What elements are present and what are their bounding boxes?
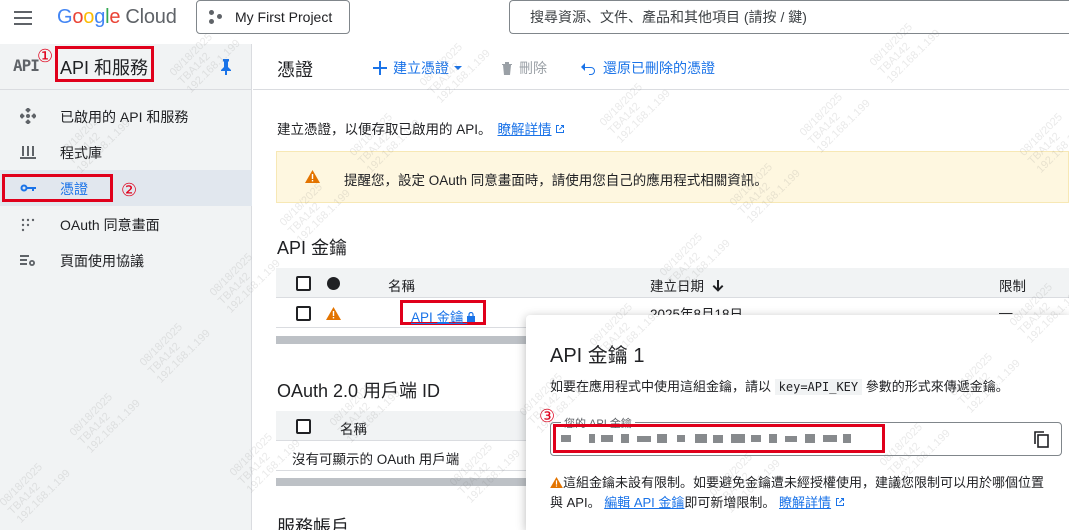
create-credentials-label: 建立憑證 — [393, 60, 449, 76]
intro-description: 建立憑證，以便存取已啟用的 API。 — [277, 122, 492, 137]
copy-icon[interactable] — [1034, 431, 1050, 449]
main-menu-icon[interactable] — [14, 11, 32, 25]
library-icon — [20, 146, 36, 159]
sidebar-item-enabled-apis[interactable]: 已啟用的 API 和服務 — [0, 98, 252, 134]
oauth-clients-heading: OAuth 2.0 用戶端 ID — [277, 381, 441, 401]
page-title: 憑證 — [277, 60, 313, 80]
search-input[interactable] — [530, 9, 1069, 25]
service-accounts-heading: 服務帳戶 — [277, 517, 349, 530]
warning-icon — [550, 477, 563, 488]
key-lock-icon — [467, 311, 476, 322]
sidebar-item-label: 已啟用的 API 和服務 — [60, 109, 189, 125]
api-key-link[interactable]: API 金鑰 — [400, 300, 487, 325]
api-dots-icon — [20, 108, 36, 124]
dialog-description: 如要在應用程式中使用這組金鑰，請以 key=API_KEY 參數的形式來傳遞金鑰… — [550, 379, 1009, 395]
warning-icon — [326, 307, 341, 320]
project-picker-button[interactable]: My First Project — [196, 0, 350, 34]
top-bar: Google Cloud My First Project — [0, 0, 1069, 36]
sidebar-item-label: 程式庫 — [60, 145, 102, 161]
learn-more-link[interactable]: 瞭解詳情 — [779, 495, 831, 510]
edit-api-key-link[interactable]: 編輯 API 金鑰 — [604, 495, 684, 510]
search-bar[interactable] — [509, 0, 1069, 34]
restore-deleted-button[interactable]: 還原已刪除的憑證 — [581, 58, 715, 78]
dialog-title: API 金鑰 1 — [550, 345, 645, 367]
google-cloud-logo[interactable]: Google Cloud — [57, 6, 177, 29]
sidebar-header: API API 和服務 — [0, 44, 252, 90]
column-header-created[interactable]: 建立日期 — [650, 275, 724, 295]
column-header-name[interactable]: 名稱 — [388, 275, 415, 295]
horizontal-scrollbar[interactable] — [276, 478, 536, 486]
column-header-restrictions[interactable]: 限制 — [999, 275, 1026, 295]
api-logo: API — [13, 56, 40, 75]
status-column-icon — [327, 277, 340, 290]
column-header-name[interactable]: 名稱 — [340, 418, 367, 438]
api-keys-table-header: 名稱 建立日期 限制 — [276, 268, 1069, 298]
sidebar-item-label: OAuth 同意畫面 — [60, 217, 160, 233]
horizontal-scrollbar[interactable] — [276, 336, 536, 344]
restore-label: 還原已刪除的憑證 — [603, 60, 715, 76]
param-code: key=API_KEY — [774, 379, 863, 395]
external-link-icon — [556, 125, 565, 133]
undo-icon — [581, 63, 595, 75]
project-name: My First Project — [235, 9, 333, 25]
page-header: 憑證 建立憑證 刪除 還原已刪除的憑證 — [253, 44, 1069, 90]
masked-api-key[interactable] — [559, 432, 859, 446]
api-key-field-label: 您的 API 金鑰 — [561, 415, 635, 431]
sidebar-item-label: 頁面使用協議 — [60, 253, 144, 269]
sidebar-title: API 和服務 — [60, 58, 149, 78]
dropdown-arrow-icon — [454, 66, 462, 70]
reminder-text: 提醒您，設定 OAuth 同意畫面時，請使用您自己的應用程式相關資訊。 — [344, 173, 768, 188]
consent-icon — [21, 218, 35, 232]
sidebar-item-credentials[interactable]: 憑證 — [0, 170, 252, 206]
sidebar-item-library[interactable]: 程式庫 — [0, 134, 252, 170]
delete-label: 刪除 — [519, 60, 547, 76]
edit-suffix-text: 即可新增限制。 — [684, 495, 776, 510]
oauth-reminder-banner: 提醒您，設定 OAuth 同意畫面時，請使用您自己的應用程式相關資訊。 — [276, 151, 1069, 203]
oauth-empty-text: 沒有可顯示的 OAuth 用戶端 — [292, 452, 460, 467]
warning-icon — [305, 170, 320, 183]
key-icon — [20, 184, 36, 192]
settings-list-icon — [20, 255, 35, 266]
select-all-checkbox[interactable] — [296, 276, 311, 291]
api-key-dialog: API 金鑰 1 如要在應用程式中使用這組金鑰，請以 key=API_KEY 參… — [526, 315, 1069, 530]
project-icon — [209, 10, 223, 24]
pin-icon[interactable] — [220, 59, 232, 75]
sort-arrow-down-icon — [712, 280, 724, 292]
trash-icon — [502, 62, 512, 75]
plus-icon — [373, 61, 387, 75]
create-credentials-button[interactable]: 建立憑證 — [373, 58, 469, 78]
select-all-checkbox[interactable] — [296, 419, 311, 434]
row-checkbox[interactable] — [296, 306, 311, 321]
unrestricted-key-warning: 這組金鑰未設有限制。如要避免金鑰遭未經授權使用，建議您限制可以用於哪個位置與 A… — [550, 473, 1050, 513]
sidebar-item-oauth-consent[interactable]: OAuth 同意畫面 — [0, 206, 252, 242]
api-keys-heading: API 金鑰 — [277, 238, 348, 258]
delete-button[interactable]: 刪除 — [501, 58, 547, 78]
sidebar: API API 和服務 已啟用的 API 和服務 程式庫 憑證 OAuth 同意… — [0, 44, 252, 530]
sidebar-item-label: 憑證 — [60, 181, 88, 197]
external-link-icon — [835, 498, 844, 506]
intro-text: 建立憑證，以便存取已啟用的 API。 瞭解詳情 — [277, 118, 565, 138]
sidebar-item-page-usage-agreements[interactable]: 頁面使用協議 — [0, 242, 252, 278]
api-key-field[interactable]: 您的 API 金鑰 — [550, 415, 1062, 456]
learn-more-link[interactable]: 瞭解詳情 — [498, 122, 552, 137]
